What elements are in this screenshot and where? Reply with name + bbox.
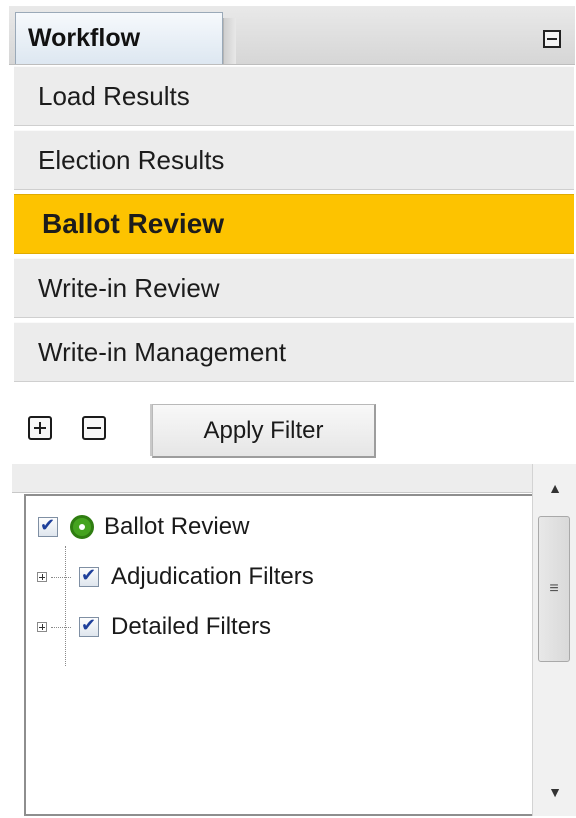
minimize-icon[interactable] <box>543 30 561 48</box>
checkbox-ballot-review[interactable] <box>38 515 58 537</box>
tree-label: Ballot Review <box>104 513 250 540</box>
tree-dots <box>51 576 71 578</box>
tree-dots <box>51 626 71 628</box>
collapse-all-icon[interactable] <box>82 416 106 440</box>
workflow-item-label: Write-in Management <box>38 336 287 367</box>
scroll-up-icon[interactable]: ▲ <box>533 470 576 506</box>
expand-plus-icon[interactable] <box>37 572 47 582</box>
workflow-list: Load Results Election Results Ballot Rev… <box>14 66 574 386</box>
apply-filter-label: Apply Filter <box>203 416 324 444</box>
panel-header: Workflow <box>9 6 575 65</box>
checkbox-detailed-filters[interactable] <box>79 615 99 637</box>
tree-row-detailed-filters[interactable]: Detailed Filters <box>37 610 271 644</box>
scroll-grip-icon: ≡ <box>549 580 559 597</box>
workflow-item-ballot-review[interactable]: Ballot Review <box>14 194 574 254</box>
workflow-item-write-in-review[interactable]: Write-in Review <box>14 258 574 318</box>
checkbox-adjudication-filters[interactable] <box>79 565 99 587</box>
filter-toolbar: Apply Filter <box>14 398 574 462</box>
workflow-panel: Workflow Load Results Election Results B… <box>0 0 576 818</box>
expand-plus-icon[interactable] <box>37 622 47 632</box>
tree-header-strip <box>12 464 532 493</box>
scroll-down-icon[interactable]: ▼ <box>533 774 576 810</box>
apply-filter-button[interactable]: Apply Filter <box>152 404 376 458</box>
workflow-item-label: Ballot Review <box>42 208 225 239</box>
filter-tree: Ballot Review Adjudication Filters Detai… <box>24 494 534 816</box>
filter-tree-frame: Ballot Review Adjudication Filters Detai… <box>12 464 534 816</box>
workflow-item-load-results[interactable]: Load Results <box>14 66 574 126</box>
scroll-thumb[interactable]: ≡ <box>538 516 570 662</box>
workflow-item-write-in-management[interactable]: Write-in Management <box>14 322 574 382</box>
workflow-item-label: Load Results <box>38 80 190 111</box>
expand-all-icon[interactable] <box>28 416 52 440</box>
tree-label: Adjudication Filters <box>111 563 314 590</box>
tree-label: Detailed Filters <box>111 613 272 640</box>
tree-row-ballot-review[interactable]: Ballot Review <box>38 510 249 544</box>
tab-separator <box>223 18 236 64</box>
workflow-tab-label: Workflow <box>28 24 141 52</box>
workflow-item-label: Write-in Review <box>38 272 220 303</box>
tree-row-adjudication-filters[interactable]: Adjudication Filters <box>37 560 314 594</box>
workflow-item-label: Election Results <box>38 144 225 175</box>
workflow-item-election-results[interactable]: Election Results <box>14 130 574 190</box>
status-dot-icon <box>70 515 94 539</box>
tree-scrollbar[interactable]: ▲ ≡ ▼ <box>532 464 576 816</box>
workflow-tab[interactable]: Workflow <box>15 12 223 64</box>
